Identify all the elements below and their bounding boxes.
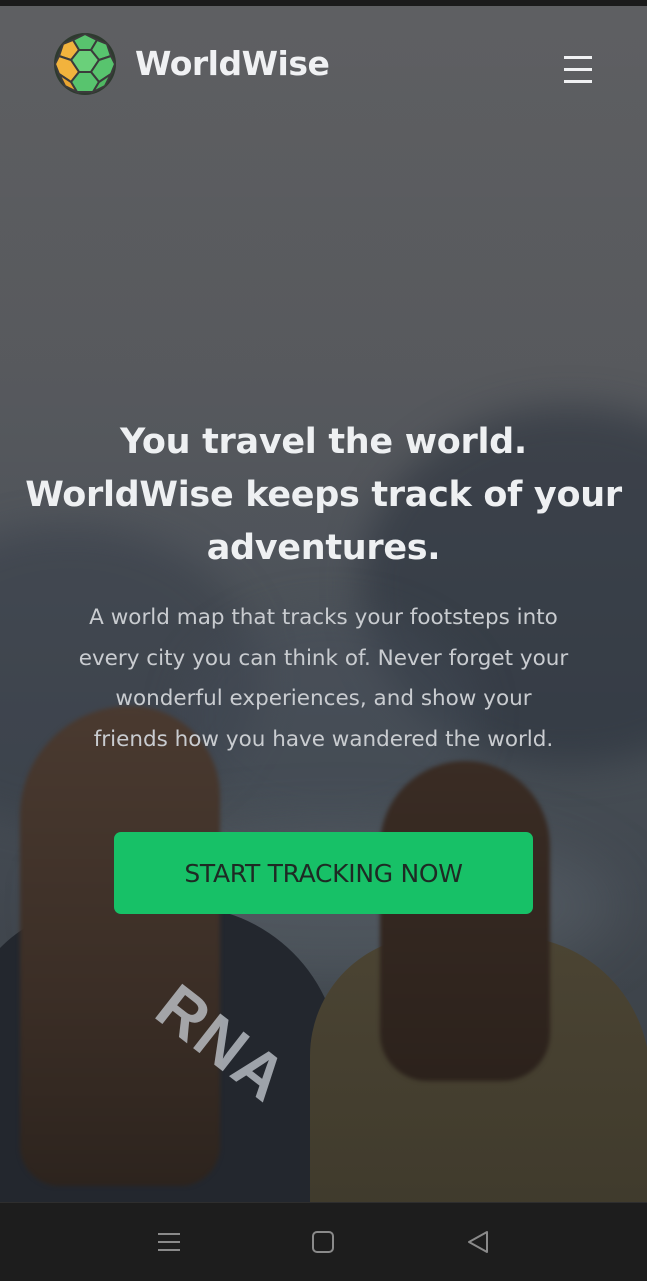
- recent-apps-icon[interactable]: [154, 1227, 184, 1257]
- background-person-left-hair: [20, 706, 220, 1186]
- headline-line: You travel the world.: [120, 422, 527, 462]
- description-line: A world map that tracks your footsteps i…: [89, 605, 558, 630]
- start-tracking-button[interactable]: START TRACKING NOW: [114, 832, 533, 914]
- description-line: every city you can think of. Never forge…: [78, 645, 569, 671]
- hero-description: A world map that tracks your footsteps i…: [0, 598, 647, 760]
- headline-line: adventures.: [206, 528, 441, 568]
- app-name[interactable]: WorldWise: [135, 44, 330, 84]
- hamburger-menu-icon[interactable]: [558, 50, 598, 90]
- home-icon[interactable]: [308, 1227, 338, 1257]
- worldwise-logo-icon[interactable]: [53, 32, 117, 96]
- headline-line: WorldWise keeps track of your: [25, 475, 622, 515]
- back-icon[interactable]: [463, 1227, 493, 1257]
- background-person-right-hair: [380, 761, 550, 1081]
- description-line: wonderful experiences, and show your: [115, 686, 532, 711]
- hero-headline: You travel the world. WorldWise keeps tr…: [0, 416, 647, 575]
- description-line: friends how you have wandered the world.: [93, 726, 554, 752]
- system-navigation-bar: [0, 1202, 647, 1281]
